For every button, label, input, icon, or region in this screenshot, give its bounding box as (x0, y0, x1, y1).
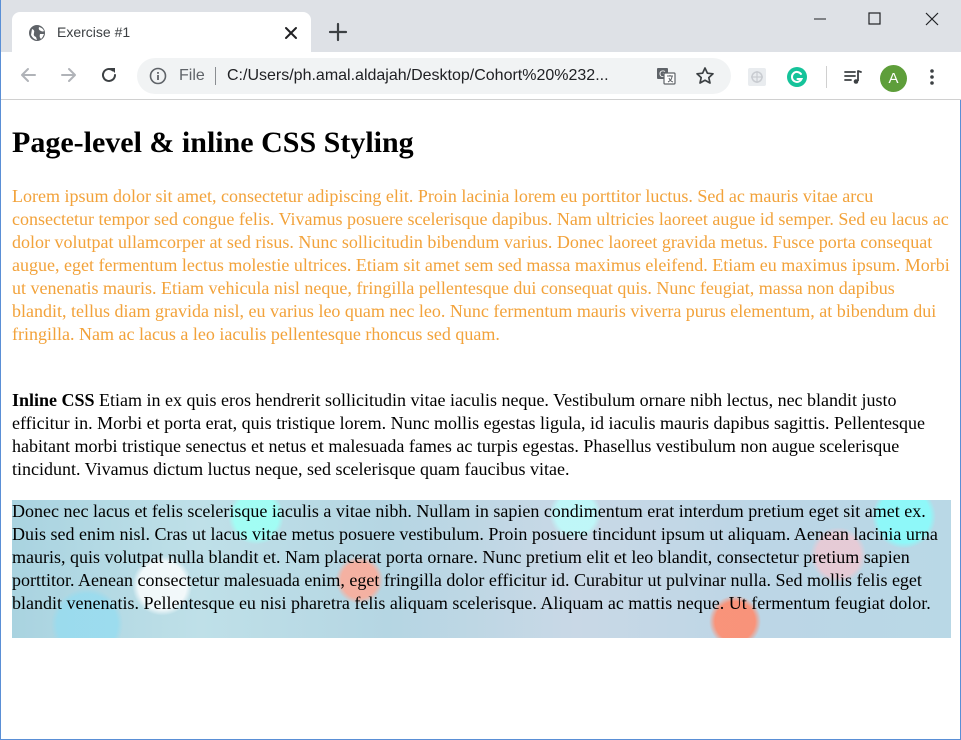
browser-toolbar: File C:/Users/ph.amal.aldajah/Desktop/Co… (1, 52, 961, 100)
plus-icon[interactable] (327, 21, 349, 43)
inline-css-paragraph: Inline CSS Etiam in ex quis eros hendrer… (12, 389, 952, 481)
forward-arrow-icon[interactable] (58, 64, 80, 86)
info-icon[interactable] (149, 67, 167, 85)
profile-avatar[interactable]: A (880, 65, 907, 92)
file-scheme-label: File (179, 67, 205, 84)
background-image-paragraph: Donec nec lacus et felis scelerisque iac… (12, 500, 951, 638)
star-icon[interactable] (695, 66, 715, 86)
page-title: Page-level & inline CSS Styling (12, 126, 414, 159)
inline-css-label: Inline CSS (12, 390, 95, 410)
address-bar[interactable]: File C:/Users/ph.amal.aldajah/Desktop/Co… (137, 58, 731, 94)
kebab-menu-icon[interactable] (922, 67, 942, 87)
background-paragraph-text: Donec nec lacus et felis scelerisque iac… (12, 501, 938, 613)
window-close-icon[interactable] (909, 0, 955, 38)
close-icon[interactable] (282, 24, 300, 42)
translate-icon[interactable]: G (656, 66, 676, 86)
tab-title: Exercise #1 (57, 24, 131, 40)
globe-icon (29, 25, 45, 41)
toolbar-separator (826, 66, 827, 88)
reload-icon[interactable] (98, 64, 120, 86)
tab-exercise-1[interactable]: Exercise #1 (12, 12, 311, 52)
maximize-icon[interactable] (852, 0, 898, 38)
grammarly-icon[interactable] (787, 67, 807, 87)
minimize-icon[interactable] (797, 0, 843, 38)
media-control-icon[interactable] (843, 67, 863, 87)
omnibox-separator (215, 67, 216, 85)
inline-css-text: Etiam in ex quis eros hendrerit sollicit… (12, 390, 925, 479)
browser-window: Exercise #1 File C:/Users/ph.amal.aldaja… (0, 0, 961, 740)
back-arrow-icon[interactable] (17, 64, 39, 86)
url-text[interactable]: C:/Users/ph.amal.aldajah/Desktop/Cohort%… (227, 67, 609, 85)
tab-strip: Exercise #1 (1, 0, 961, 52)
extension-icon[interactable] (747, 67, 767, 87)
orange-paragraph: Lorem ipsum dolor sit amet, consectetur … (12, 186, 950, 344)
